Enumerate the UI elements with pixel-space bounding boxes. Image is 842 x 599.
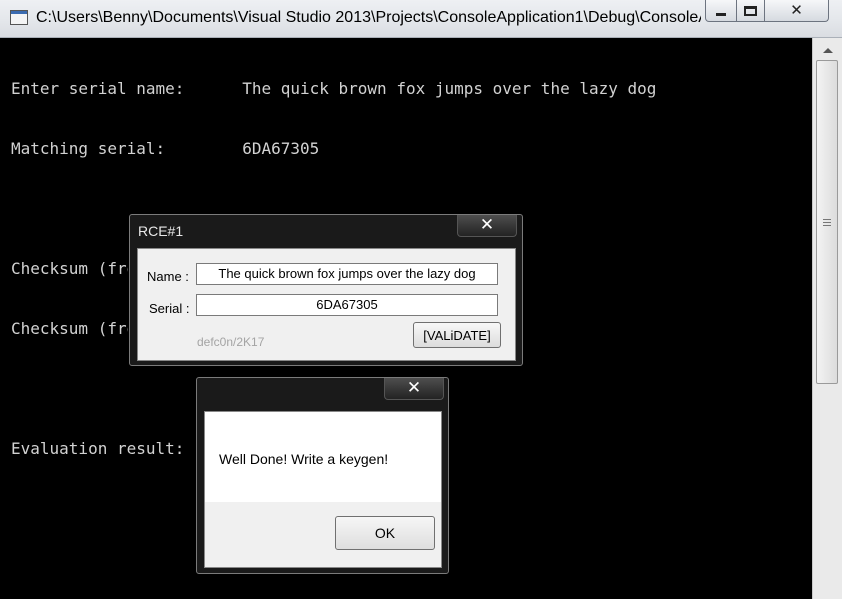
- maximize-button[interactable]: [737, 0, 765, 22]
- message-client-area: Well Done! Write a keygen! OK: [204, 411, 442, 568]
- maximize-icon: [744, 5, 757, 16]
- console-line: Enter serial name: The quick brown fox j…: [11, 79, 657, 98]
- message-close-button[interactable]: ✕: [384, 378, 444, 400]
- scroll-up-button[interactable]: [813, 40, 842, 60]
- minimize-button[interactable]: [705, 0, 737, 22]
- scrollbar-grip-icon: [823, 218, 831, 226]
- dialog-close-button[interactable]: ✕: [457, 215, 517, 237]
- name-input[interactable]: The quick brown fox jumps over the lazy …: [196, 263, 498, 285]
- console-app-icon[interactable]: [10, 10, 28, 25]
- dialog-client-area: Name : The quick brown fox jumps over th…: [137, 248, 516, 361]
- close-button[interactable]: ✕: [765, 0, 829, 22]
- rce-dialog: RCE#1 ✕ Name : The quick brown fox jumps…: [129, 214, 523, 366]
- scrollbar-thumb[interactable]: [816, 60, 838, 384]
- close-icon: ✕: [790, 1, 803, 19]
- validate-button[interactable]: [VALiDATE]: [413, 322, 501, 348]
- scroll-up-arrow-icon: [822, 47, 833, 53]
- close-icon: ✕: [479, 215, 495, 235]
- vertical-scrollbar[interactable]: [812, 38, 842, 599]
- message-content-area: Well Done! Write a keygen!: [205, 412, 441, 502]
- ok-button[interactable]: OK: [335, 516, 435, 550]
- window-title: C:\Users\Benny\Documents\Visual Studio 2…: [36, 9, 701, 26]
- caption-buttons: ✕: [705, 0, 829, 24]
- credit-label: defc0n/2K17: [197, 335, 265, 349]
- serial-input[interactable]: 6DA67305: [196, 294, 498, 316]
- dialog-title: RCE#1: [138, 223, 184, 239]
- serial-label: Serial :: [149, 301, 190, 316]
- console-titlebar[interactable]: C:\Users\Benny\Documents\Visual Studio 2…: [0, 0, 842, 38]
- close-icon: ✕: [406, 378, 422, 398]
- message-box: ✕ Well Done! Write a keygen! OK: [196, 377, 449, 574]
- minimize-icon: [716, 13, 726, 16]
- console-line: Matching serial: 6DA67305: [11, 139, 320, 158]
- name-label: Name :: [147, 269, 189, 284]
- message-text: Well Done! Write a keygen!: [219, 451, 389, 467]
